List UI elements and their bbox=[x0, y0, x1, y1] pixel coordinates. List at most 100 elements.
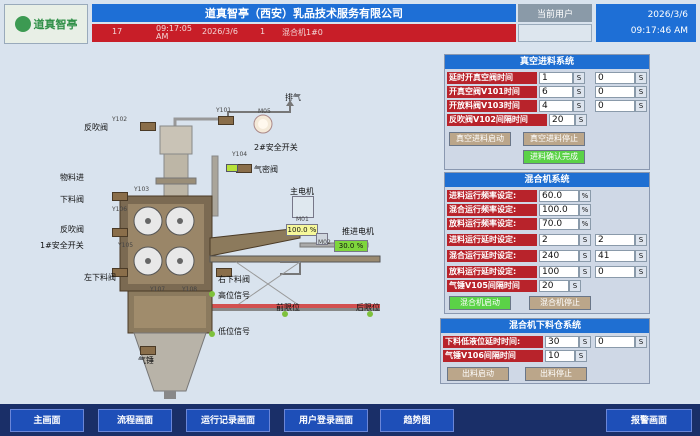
clock-date: 2026/3/6 bbox=[647, 10, 688, 20]
discharge-stop-button[interactable]: 出料停止 bbox=[525, 367, 587, 381]
nav-runlog-button[interactable]: 运行记录画面 bbox=[186, 409, 270, 432]
bin-row-1-unit: S bbox=[579, 336, 591, 348]
exhaust-label: 排气 bbox=[285, 93, 301, 102]
material-inlet-label: 物料进 bbox=[60, 173, 84, 182]
vacuum-row-2-unit: S bbox=[573, 86, 585, 98]
mixer-row-5-unit: S bbox=[579, 250, 591, 262]
mixer-row-4-unit-2: S bbox=[635, 234, 647, 246]
alarm-banner[interactable]: 17 09:17:05 AM 2026/3/6 1 混合机1#0 bbox=[92, 24, 516, 42]
nav-trend-button[interactable]: 趋势图 bbox=[380, 409, 454, 432]
tag-y105: Y105 bbox=[118, 242, 134, 249]
mixer-row-3-value[interactable]: 70.0 bbox=[539, 218, 579, 230]
mixer-row-5-value[interactable]: 240 bbox=[539, 250, 579, 262]
bin-row-2-label: 气锤V106间隔时间 bbox=[443, 350, 543, 362]
mixer-row-4-label: 进料运行延时设定: bbox=[447, 234, 537, 246]
safety-switch-2-label: 2#安全开关 bbox=[254, 143, 298, 152]
vacuum-row-3-value[interactable]: 4 bbox=[539, 100, 573, 112]
seal-valve-indicator bbox=[226, 164, 238, 172]
vacuum-row-1-label: 延时开真空阀时间 bbox=[447, 72, 537, 84]
seal-valve-icon[interactable] bbox=[236, 164, 252, 173]
rear-limit-label: 后限位 bbox=[356, 303, 380, 312]
vacuum-valve-icon[interactable] bbox=[218, 116, 234, 125]
mixer-row-2-unit: % bbox=[579, 204, 591, 216]
mixer-row-6-actual: 0 bbox=[595, 266, 635, 278]
push-motor-frequency: 30.0 % bbox=[334, 240, 368, 252]
lower-valve-icon[interactable] bbox=[112, 192, 128, 201]
high-level-label: 高位信号 bbox=[218, 291, 250, 300]
mixer-stop-button[interactable]: 混合机停止 bbox=[529, 296, 591, 310]
bin-row-1-label: 下料低液位延时时间: bbox=[443, 336, 543, 348]
discharge-start-button[interactable]: 出料启动 bbox=[447, 367, 509, 381]
mixer-row-3-label: 放料运行频率设定: bbox=[447, 218, 537, 230]
hmi-screen: 道真智亭 道真智亭（西安）乳品技术服务有限公司 17 09:17:05 AM 2… bbox=[0, 0, 700, 436]
tag-m01: M01 bbox=[296, 216, 309, 223]
alarm-date: 2026/3/6 bbox=[202, 27, 238, 36]
nav-userlogin-button[interactable]: 用户登录画面 bbox=[284, 409, 368, 432]
vacuum-row-3-actual: 0 bbox=[595, 100, 635, 112]
safety-switch-1-label: 1#安全开关 bbox=[40, 241, 84, 250]
bin-row-2-value[interactable]: 10 bbox=[545, 350, 575, 362]
mixer-start-button[interactable]: 混合机启动 bbox=[449, 296, 511, 310]
lower-valve-label: 下料阀 bbox=[60, 195, 84, 204]
mixer-row-2-value[interactable]: 100.0 bbox=[539, 204, 579, 216]
tag-y107: Y107 bbox=[150, 286, 166, 293]
vacuum-row-2-actual: 0 bbox=[595, 86, 635, 98]
company-title: 道真智亭（西安）乳品技术服务有限公司 bbox=[92, 4, 516, 22]
mixer-row-4-unit: S bbox=[579, 234, 591, 246]
vacuum-row-2-label: 开真空阀V101时间 bbox=[447, 86, 537, 98]
bin-panel-title: 混合机下料仓系统 bbox=[441, 319, 649, 333]
process-diagram: 100.0 % 30.0 % 排气 反吹阀 2#安全开关 气密阀 物料进 下料阀… bbox=[0, 46, 440, 402]
vacuum-row-1-value[interactable]: 1 bbox=[539, 72, 573, 84]
vacuum-row-3-unit-2: S bbox=[635, 100, 647, 112]
vacuum-start-button[interactable]: 真空进料启动 bbox=[449, 132, 511, 146]
nav-flow-button[interactable]: 流程画面 bbox=[98, 409, 172, 432]
mixer-row-4-actual: 2 bbox=[595, 234, 635, 246]
vacuum-panel-title: 真空进料系统 bbox=[445, 55, 649, 69]
feed-confirm-button[interactable]: 进料确认完成 bbox=[523, 150, 585, 164]
alarm-time: 09:17:05 AM bbox=[156, 24, 192, 41]
vacuum-row-3-unit: S bbox=[573, 100, 585, 112]
bin-panel: 混合机下料仓系统 下料低液位延时时间: 30 S 0 S 气锤V106间隔时间 … bbox=[440, 318, 650, 384]
bin-row-1-value[interactable]: 30 bbox=[545, 336, 579, 348]
mixer-row-4-value[interactable]: 2 bbox=[539, 234, 579, 246]
alarm-message: 混合机1#0 bbox=[282, 28, 323, 37]
mixer-row-7-unit: S bbox=[569, 280, 581, 292]
blowback-valve-top-icon[interactable] bbox=[140, 122, 156, 131]
logo-mark-icon bbox=[14, 16, 31, 32]
bin-row-2-unit: S bbox=[575, 350, 587, 362]
vacuum-row-1-unit: S bbox=[573, 72, 585, 84]
air-hammer-valve-icon[interactable] bbox=[140, 346, 156, 355]
mixer-row-5-actual: 41 bbox=[595, 250, 635, 262]
current-user-value[interactable] bbox=[518, 24, 592, 42]
nav-main-button[interactable]: 主画面 bbox=[10, 409, 84, 432]
vacuum-row-1-actual: 0 bbox=[595, 72, 635, 84]
vacuum-row-2-value[interactable]: 6 bbox=[539, 86, 573, 98]
tag-y104: Y104 bbox=[232, 151, 248, 158]
mixer-row-2-label: 混合运行频率设定: bbox=[447, 204, 537, 216]
vacuum-feed-panel: 真空进料系统 延时开真空阀时间 1 S 0 S 开真空阀V101时间 6 S 0… bbox=[444, 54, 650, 170]
mixer-row-7-value[interactable]: 20 bbox=[539, 280, 569, 292]
mixer-row-3-unit: % bbox=[579, 218, 591, 230]
tag-m05: M05 bbox=[258, 108, 271, 115]
vacuum-row-4-label: 反吹阀V102间隔时间 bbox=[447, 114, 547, 126]
mixer-row-1-value[interactable]: 60.0 bbox=[539, 190, 579, 202]
vacuum-row-4-value[interactable]: 20 bbox=[549, 114, 575, 126]
mixer-row-5-label: 混合运行延时设定: bbox=[447, 250, 537, 262]
tag-y108: Y108 bbox=[182, 286, 198, 293]
vacuum-row-3-label: 开放料阀V103时间 bbox=[447, 100, 537, 112]
front-limit-label: 前限位 bbox=[276, 303, 300, 312]
vacuum-stop-button[interactable]: 真空进料停止 bbox=[523, 132, 585, 146]
blowback-valve-mid-icon[interactable] bbox=[112, 228, 128, 237]
right-lower-valve-label: 右下料阀 bbox=[218, 275, 250, 284]
clock: 2026/3/6 09:17:46 AM bbox=[596, 4, 696, 42]
mixer-row-6-label: 放料运行延时设定: bbox=[447, 266, 537, 278]
mixer-row-5-unit-2: S bbox=[635, 250, 647, 262]
bin-row-1-actual: 0 bbox=[595, 336, 635, 348]
vacuum-row-1-unit-2: S bbox=[635, 72, 647, 84]
main-motor-fan-icon[interactable] bbox=[292, 196, 314, 218]
mixer-row-6-value[interactable]: 100 bbox=[539, 266, 579, 278]
main-motor-frequency: 100.0 % bbox=[286, 224, 318, 236]
nav-alarm-button[interactable]: 报警画面 bbox=[606, 409, 692, 432]
bin-row-1-unit-2: S bbox=[635, 336, 647, 348]
push-motor-label: 推进电机 bbox=[342, 227, 374, 236]
